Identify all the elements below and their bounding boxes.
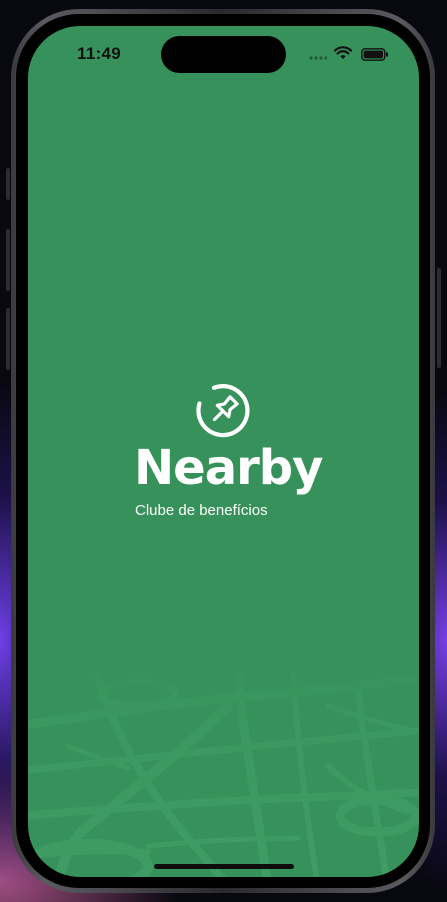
- splash-brand: Nearby Clube de benefícios: [28, 26, 419, 877]
- volume-down-button: [6, 308, 10, 370]
- volume-up-button: [6, 229, 10, 291]
- home-indicator[interactable]: [154, 864, 294, 869]
- app-screen[interactable]: 11:49 Nearby Clube de benefícios: [28, 26, 419, 877]
- action-button: [6, 168, 10, 200]
- brand-name: Nearby: [134, 440, 323, 496]
- map-pin-icon: [196, 384, 250, 438]
- power-button: [437, 268, 441, 368]
- brand-tagline: Clube de benefícios: [135, 502, 268, 519]
